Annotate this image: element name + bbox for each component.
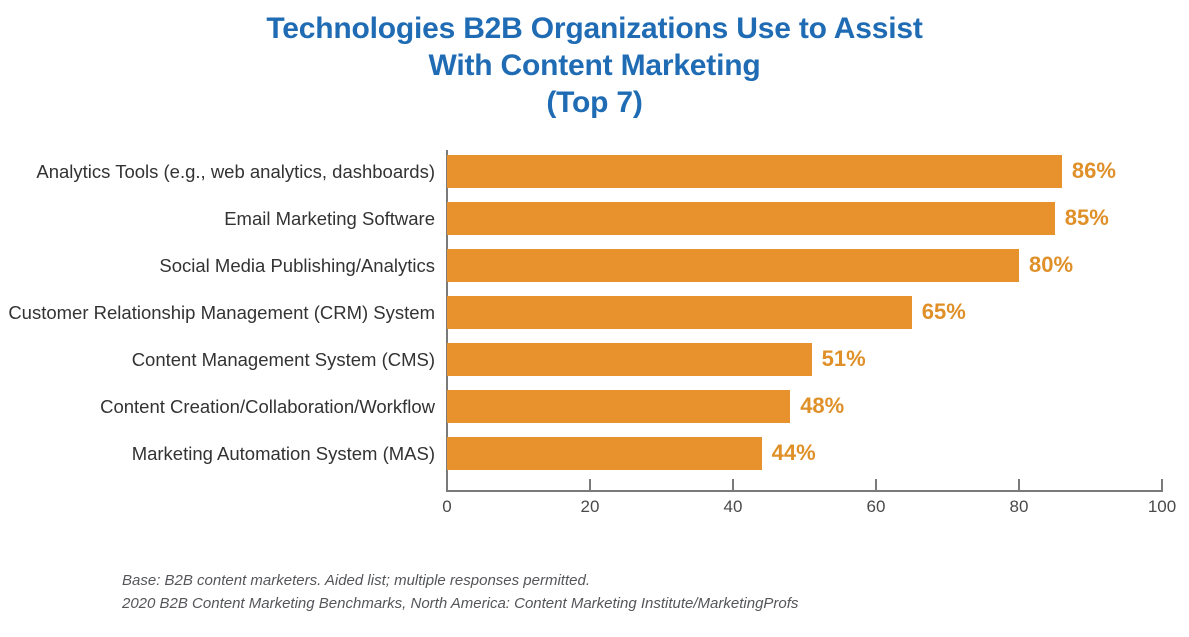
x-axis-tick-label: 0 [442, 497, 452, 516]
bar-row: Email Marketing Software 85% [0, 202, 1189, 235]
category-label: Social Media Publishing/Analytics [159, 255, 435, 276]
x-axis-tick-label: 20 [580, 497, 600, 516]
bar-row: Social Media Publishing/Analytics 80% [0, 249, 1189, 282]
x-axis-tick-label: 100 [1147, 497, 1177, 516]
footnote-line-1: Base: B2B content marketers. Aided list;… [122, 572, 590, 589]
x-axis-tick-label: 60 [866, 497, 886, 516]
bar-chart-plot: 0 20 40 60 80 100 Analytics Tools (e.g., web … [0, 0, 1189, 637]
bar-value-label: 86% [1071, 158, 1116, 183]
bar [447, 296, 912, 329]
bar [447, 343, 812, 376]
footnote-block: Base: B2B content marketers. Aided list;… [122, 569, 798, 615]
category-label: Customer Relationship Management (CRM) S… [8, 302, 435, 323]
bar-value-label: 48% [800, 393, 845, 418]
bar [447, 202, 1055, 235]
category-label: Marketing Automation System (MAS) [131, 443, 435, 464]
x-axis-tick [732, 479, 734, 490]
bar [447, 437, 762, 470]
bar-row: Customer Relationship Management (CRM) S… [0, 296, 1189, 329]
bar [447, 249, 1019, 282]
bar [447, 155, 1062, 188]
x-axis-line [446, 490, 1163, 492]
x-axis-tick [446, 479, 448, 490]
category-label: Content Management System (CMS) [131, 349, 435, 370]
footnote-line-2: 2020 B2B Content Marketing Benchmarks, N… [122, 595, 799, 612]
x-axis-tick [589, 479, 591, 490]
bar-row: Marketing Automation System (MAS) 44% [0, 437, 1189, 470]
bar-row: Analytics Tools (e.g., web analytics, da… [0, 155, 1189, 188]
bar-value-label: 80% [1029, 252, 1074, 277]
bar-value-label: 85% [1064, 205, 1109, 230]
bar-value-label: 44% [771, 440, 816, 465]
bar-value-label: 65% [921, 299, 966, 324]
x-axis-tick [875, 479, 877, 490]
bar [447, 390, 791, 423]
bar-row: Content Creation/Collaboration/Workflow 4… [0, 390, 1189, 423]
category-label: Content Creation/Collaboration/Workflow [100, 396, 435, 417]
category-label: Analytics Tools (e.g., web analytics, da… [36, 161, 435, 182]
x-axis-tick [1161, 479, 1163, 490]
x-axis-tick-label: 80 [1009, 497, 1029, 516]
x-axis-tick [1018, 479, 1020, 490]
category-label: Email Marketing Software [224, 208, 435, 229]
bar-row: Content Management System (CMS) 51% [0, 343, 1189, 376]
bar-value-label: 51% [821, 346, 866, 371]
x-axis-tick-label: 40 [723, 497, 743, 516]
